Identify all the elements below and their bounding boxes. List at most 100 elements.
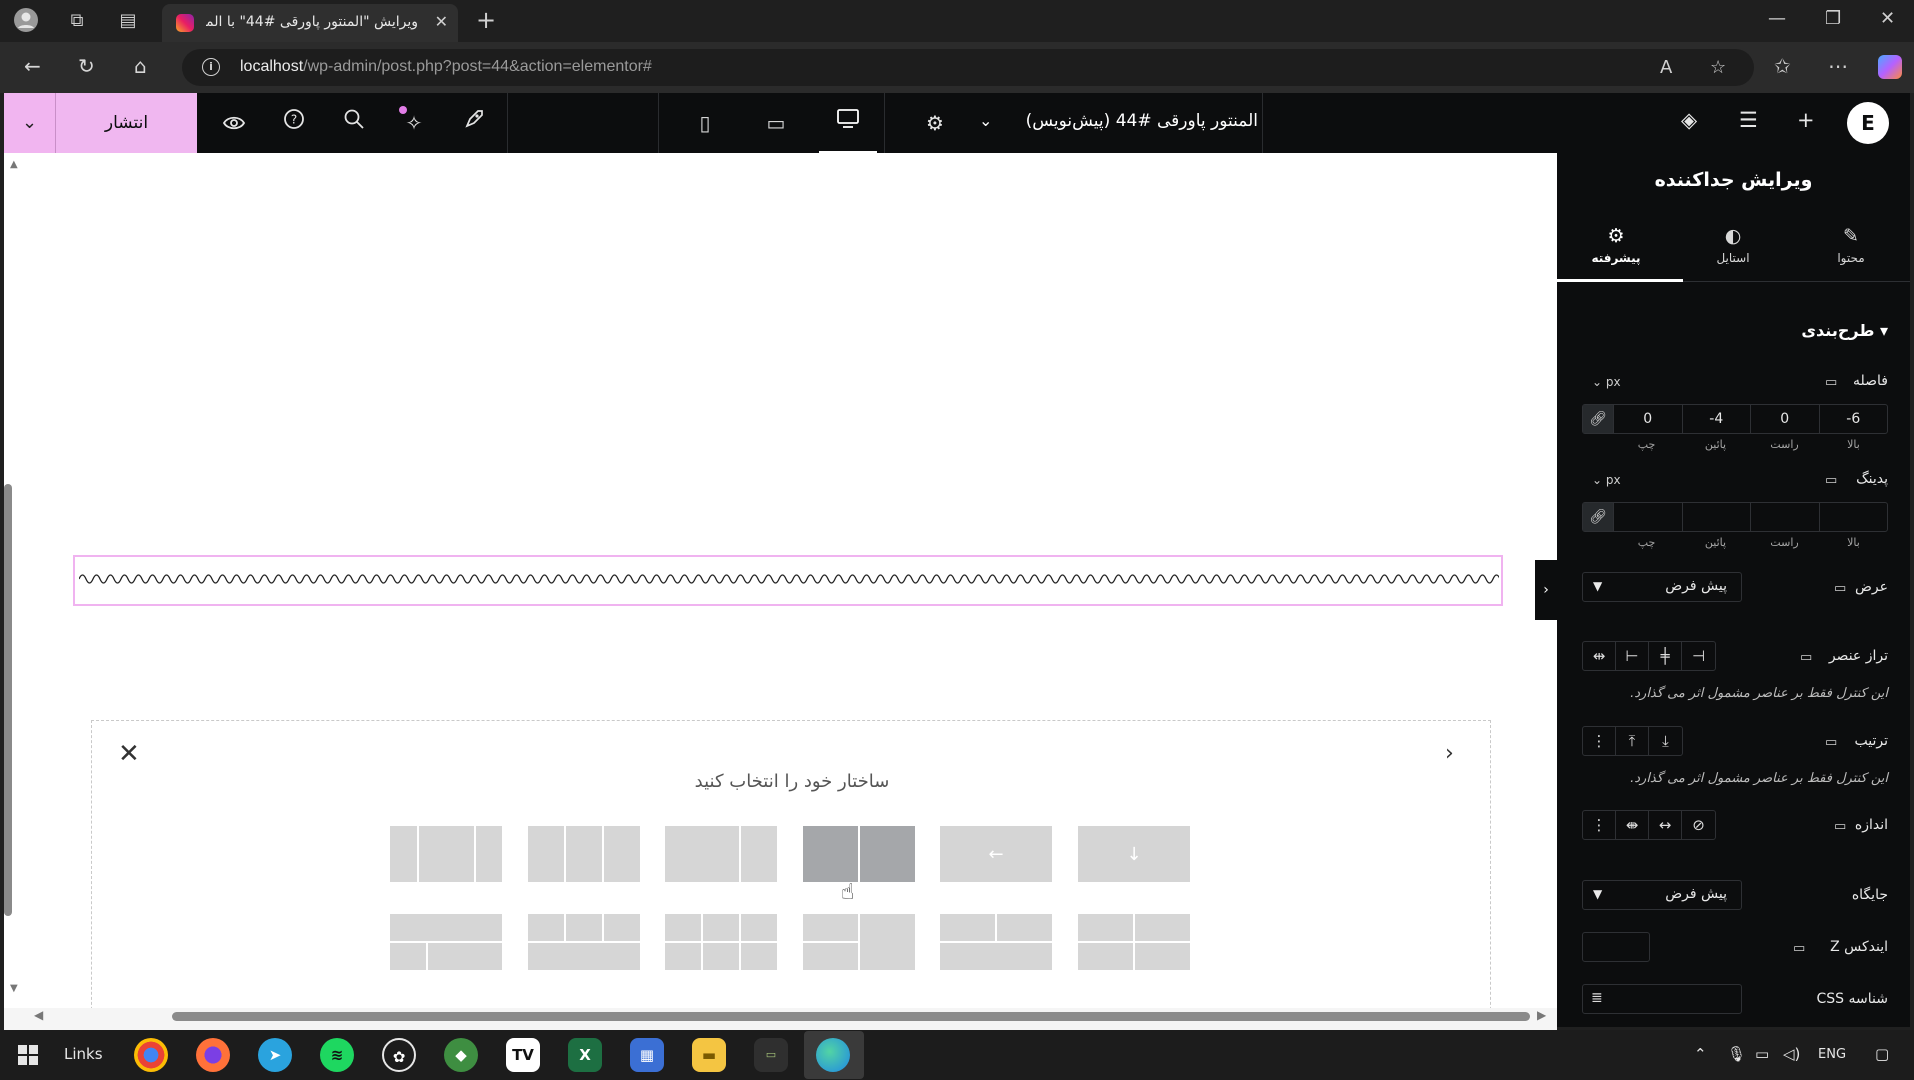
copilot-icon[interactable] — [1878, 55, 1902, 79]
window-close-icon[interactable]: ✕ — [1880, 8, 1895, 29]
preview-eye-icon[interactable] — [219, 108, 249, 138]
reload-icon[interactable]: ↻ — [78, 54, 95, 78]
responsive-monitor-icon[interactable]: ▭ — [1825, 473, 1837, 488]
align-stretch-icon[interactable]: ⇹ — [1583, 642, 1616, 670]
read-aloud-icon[interactable]: A — [1660, 57, 1672, 78]
site-info-icon[interactable]: i — [202, 58, 220, 76]
mobile-device-icon[interactable]: ▯ — [676, 93, 734, 153]
responsive-monitor-icon[interactable]: ▭ — [1834, 581, 1846, 596]
minimize-icon[interactable]: — — [1768, 8, 1786, 29]
margin-top-input[interactable]: -6 — [1818, 405, 1888, 433]
column-direction-preset[interactable]: ↓ — [1078, 826, 1190, 882]
responsive-monitor-icon[interactable]: ▭ — [1800, 650, 1812, 665]
back-icon[interactable]: ← — [24, 54, 41, 78]
home-icon[interactable]: ⌂ — [134, 54, 147, 78]
help-icon[interactable]: ? — [279, 108, 309, 138]
structure-preset[interactable] — [940, 914, 1052, 970]
position-select[interactable]: پیش فرض ▼ — [1582, 880, 1742, 910]
row-direction-preset[interactable]: ← — [940, 826, 1052, 882]
align-start-icon[interactable]: ⊢ — [1616, 642, 1649, 670]
browser-tab-active[interactable]: ویرایش "المنتور پاورقی #44" با المنتور ✕ — [162, 4, 458, 42]
structure-preset-selected[interactable] — [803, 826, 915, 882]
tab-content[interactable]: ✎ محتوا — [1792, 225, 1910, 265]
scroll-up-arrow-icon[interactable]: ▲ — [10, 159, 18, 170]
calculator-icon[interactable]: ▦ — [630, 1038, 664, 1072]
vertical-scrollbar-thumb[interactable] — [4, 484, 12, 916]
volume-icon[interactable]: ◁) — [1783, 1045, 1800, 1063]
padding-right-input[interactable] — [1750, 503, 1819, 531]
structure-preset[interactable] — [528, 826, 640, 882]
grow-icon[interactable]: ↔ — [1649, 811, 1682, 839]
new-tab-icon[interactable]: + — [476, 6, 496, 34]
dynamic-tags-icon[interactable]: ≣ — [1591, 990, 1603, 1006]
close-tab-icon[interactable]: ✕ — [435, 12, 448, 31]
padding-unit-select[interactable]: ⌄ px — [1592, 473, 1621, 487]
publish-options-chevron-icon[interactable]: ⌄ — [4, 93, 56, 153]
microphone-icon[interactable]: 🎙︎ — [1727, 1045, 1746, 1063]
order-last-icon[interactable]: ⤓ — [1649, 727, 1682, 755]
site-settings-sliders-icon[interactable]: ☰ — [1739, 108, 1758, 132]
favorites-icon[interactable]: ✩ — [1774, 54, 1791, 78]
vertical-tabs-icon[interactable]: ▤ — [114, 7, 142, 35]
more-options-icon[interactable]: ⋮ — [1583, 811, 1616, 839]
spotify-icon[interactable]: ≋ — [320, 1038, 354, 1072]
tablet-device-icon[interactable]: ▭ — [747, 93, 805, 153]
chatgpt-icon[interactable]: ✿ — [382, 1038, 416, 1072]
padding-top-input[interactable] — [1818, 503, 1888, 531]
scroll-right-arrow-icon[interactable]: ▶ — [1537, 1008, 1546, 1022]
app-icon[interactable]: ▭ — [754, 1038, 788, 1072]
chevron-right-icon[interactable]: › — [1445, 741, 1454, 766]
width-select[interactable]: پیش فرض ▼ — [1582, 572, 1742, 602]
structure-preset[interactable] — [390, 826, 502, 882]
document-title[interactable]: المنتور پاورقی #44 (پیش‌نویس) — [1008, 111, 1258, 131]
responsive-monitor-icon[interactable]: ▭ — [1834, 819, 1846, 834]
structure-preset[interactable] — [390, 914, 502, 970]
responsive-monitor-icon[interactable]: ▭ — [1793, 941, 1805, 956]
telegram-icon[interactable]: ➤ — [258, 1038, 292, 1072]
desktop-device-icon[interactable] — [819, 93, 877, 153]
order-first-icon[interactable]: ⤒ — [1616, 727, 1649, 755]
scroll-down-arrow-icon[interactable]: ▼ — [10, 983, 18, 994]
padding-left-input[interactable] — [1613, 503, 1682, 531]
responsive-monitor-icon[interactable]: ▭ — [1825, 735, 1837, 750]
app-icon[interactable]: ◆ — [444, 1038, 478, 1072]
shrink-icon[interactable]: ⇼ — [1616, 811, 1649, 839]
elementor-logo-icon[interactable]: E — [1847, 102, 1889, 144]
excel-icon[interactable]: X — [568, 1038, 602, 1072]
language-indicator[interactable]: ENG — [1818, 1047, 1846, 1062]
add-element-plus-icon[interactable]: + — [1797, 108, 1815, 132]
notification-center-icon[interactable]: ▢ — [1875, 1045, 1889, 1063]
margin-unit-select[interactable]: ⌄ px — [1592, 375, 1621, 389]
search-icon[interactable] — [339, 108, 369, 138]
file-explorer-icon[interactable]: ▬ — [692, 1038, 726, 1072]
profile-icon[interactable] — [12, 7, 40, 35]
chrome-icon[interactable] — [134, 1038, 168, 1072]
restore-icon[interactable]: ❐ — [1825, 8, 1841, 29]
margin-right-input[interactable]: 0 — [1750, 405, 1819, 433]
settings-gear-icon[interactable]: ⚙ — [920, 108, 950, 138]
rocket-icon[interactable] — [459, 108, 489, 138]
margin-left-input[interactable]: 0 — [1613, 405, 1682, 433]
tradingview-icon[interactable]: TV — [506, 1038, 540, 1072]
divider-widget-selected[interactable] — [73, 555, 1503, 606]
padding-bottom-input[interactable] — [1681, 503, 1751, 531]
publish-button[interactable]: انتشار — [56, 93, 197, 153]
layers-icon[interactable]: ◈ — [1681, 108, 1697, 132]
link-values-icon[interactable]: 🔗︎ — [1583, 405, 1613, 433]
structure-preset[interactable] — [665, 826, 777, 882]
structure-preset[interactable] — [665, 914, 777, 970]
network-icon[interactable]: ▭ — [1755, 1045, 1769, 1063]
horizontal-scrollbar-thumb[interactable] — [172, 1012, 1530, 1021]
chevron-up-icon[interactable]: ⌃ — [1694, 1045, 1707, 1063]
z-index-input[interactable] — [1582, 932, 1650, 962]
firefox-icon[interactable] — [196, 1038, 230, 1072]
collections-icon[interactable]: ⧉ — [63, 7, 91, 35]
section-toggle-layout[interactable]: ▾ طرح‌بندی — [1801, 321, 1888, 340]
structure-preset[interactable] — [1078, 914, 1190, 970]
margin-bottom-input[interactable]: -4 — [1681, 405, 1751, 433]
tab-style[interactable]: ◐ استایل — [1674, 225, 1792, 265]
align-center-icon[interactable]: ╪ — [1649, 642, 1682, 670]
align-end-icon[interactable]: ⊣ — [1682, 642, 1715, 670]
scroll-left-arrow-icon[interactable]: ◀ — [34, 1008, 43, 1022]
close-icon[interactable]: ✕ — [118, 739, 140, 769]
